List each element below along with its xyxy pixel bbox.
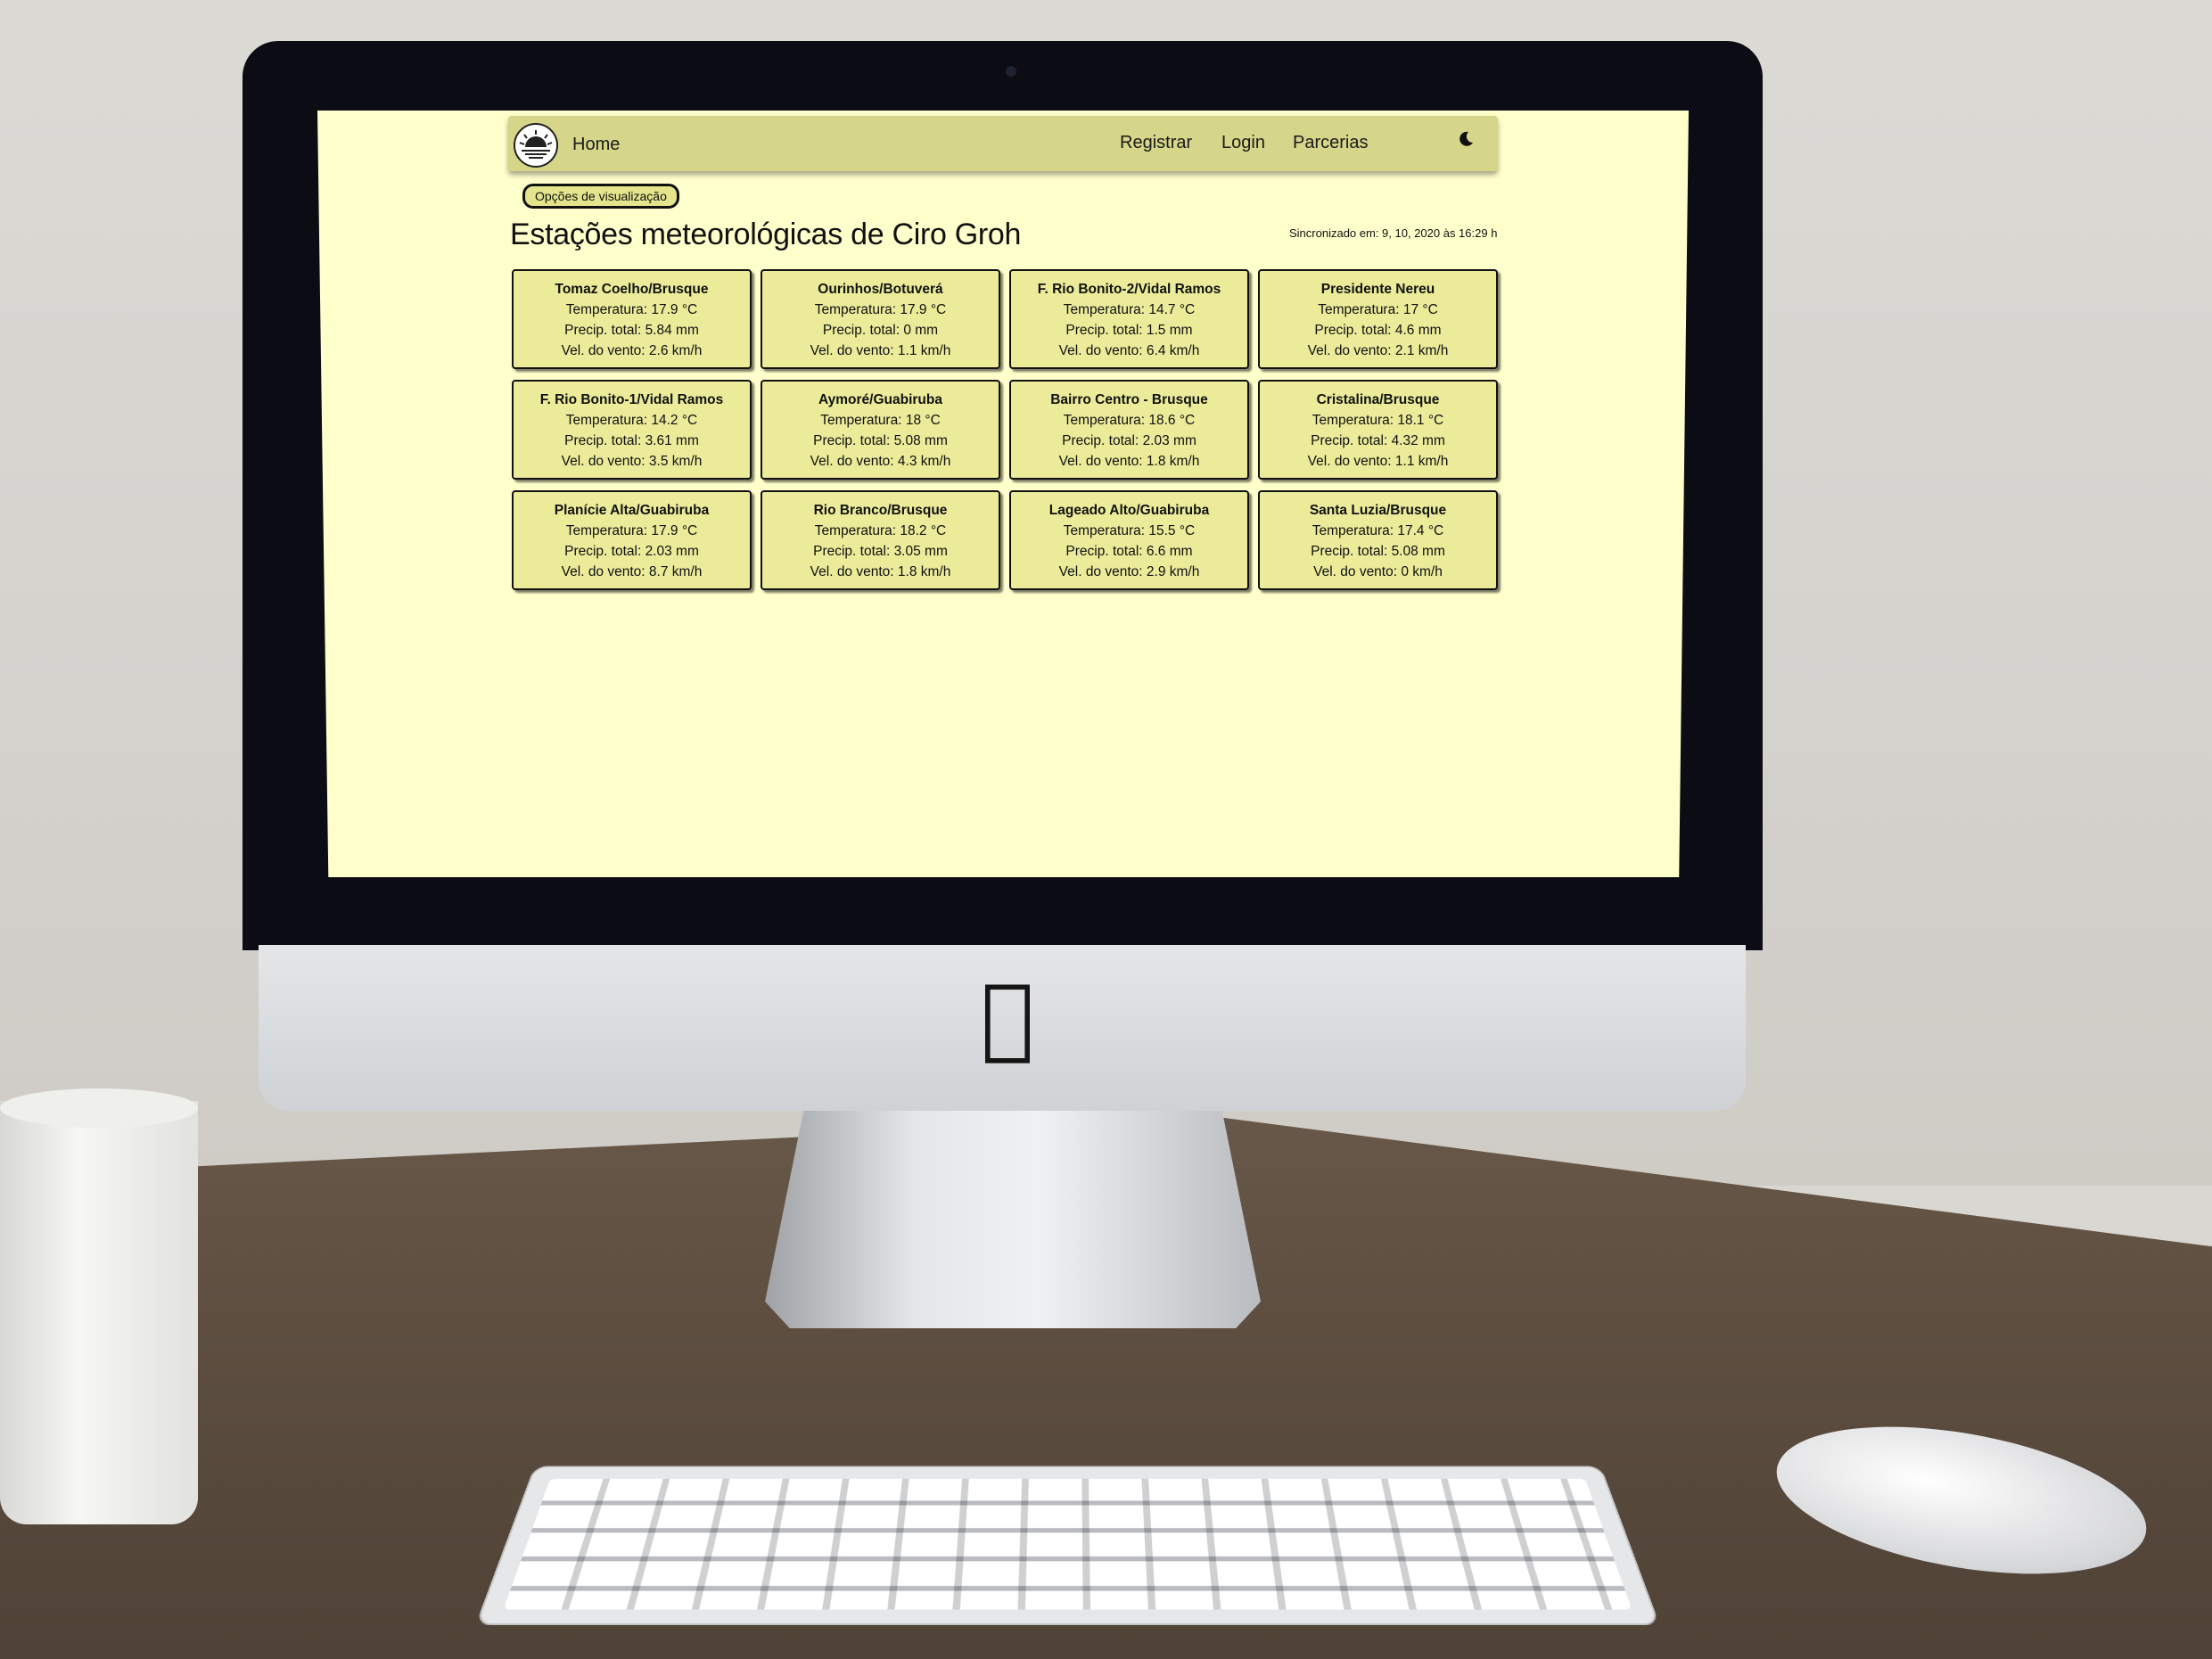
station-wind: Vel. do vento: 4.3 km/h [810,454,951,469]
station-temperature: Temperatura: 17.9 °C [565,523,698,538]
station-temperature: Temperatura: 17 °C [1318,302,1438,317]
station-temperature: Temperatura: 18.6 °C [1063,413,1196,428]
nav-home-link[interactable]: Home [572,135,620,155]
station-temperature: Temperatura: 18 °C [820,413,941,428]
station-wind: Vel. do vento: 0 km/h [1313,564,1443,579]
monitor-screen: Home Registrar Login Parcerias Opções de… [317,111,1689,877]
station-wind: Vel. do vento: 6.4 km/h [1058,343,1200,358]
sync-timestamp: Sincronizado em: 9, 10, 2020 às 16:29 h [1289,226,1498,240]
station-temperature: Temperatura: 15.5 °C [1063,523,1196,538]
station-card[interactable]: Rio Branco/Brusque Temperatura: 18.2 °C … [761,490,1000,590]
station-card[interactable]: Planície Alta/Guabiruba Temperatura: 17.… [512,490,752,590]
station-precipitation: Precip. total: 1.5 mm [1065,323,1193,338]
page-title: Estações meteorológicas de Ciro Groh [510,218,1022,251]
station-card[interactable]: F. Rio Bonito-1/Vidal Ramos Temperatura:… [512,380,752,480]
webcam [1006,66,1016,77]
station-temperature: Temperatura: 17.9 °C [565,302,698,317]
nav-link-parcerias[interactable]: Parcerias [1293,133,1368,153]
station-temperature: Temperatura: 18.1 °C [1312,413,1444,428]
station-wind: Vel. do vento: 1.1 km/h [1307,454,1449,469]
station-wind: Vel. do vento: 2.6 km/h [561,343,703,358]
station-temperature: Temperatura: 17.9 °C [814,302,947,317]
station-card[interactable]: Santa Luzia/Brusque Temperatura: 17.4 °C… [1258,490,1498,590]
station-precipitation: Precip. total: 5.08 mm [1311,544,1445,559]
station-temperature: Temperatura: 14.2 °C [565,413,698,428]
station-wind: Vel. do vento: 2.9 km/h [1058,564,1200,579]
moon-icon[interactable] [1457,130,1475,148]
nav-link-registrar[interactable]: Registrar [1120,133,1192,153]
keyboard [474,1466,1661,1626]
station-precipitation: Precip. total: 2.03 mm [1062,433,1196,448]
sunrise-logo-icon[interactable] [514,123,558,168]
navbar: Home Registrar Login Parcerias [508,116,1498,171]
station-temperature: Temperatura: 18.2 °C [814,523,947,538]
station-card[interactable]: Presidente Nereu Temperatura: 17 °C Prec… [1258,269,1498,369]
view-options-button[interactable]: Opções de visualização [522,184,679,209]
station-precipitation: Precip. total: 5.08 mm [813,433,948,448]
station-precipitation: Precip. total: 3.05 mm [813,544,948,559]
station-card[interactable]: Cristalina/Brusque Temperatura: 18.1 °C … [1258,380,1498,480]
station-name: Lageado Alto/Guabiruba [1048,503,1210,518]
station-precipitation: Precip. total: 5.84 mm [564,323,699,338]
station-wind: Vel. do vento: 8.7 km/h [561,564,703,579]
station-name: Planície Alta/Guabiruba [554,503,710,518]
station-precipitation: Precip. total: 3.61 mm [564,433,699,448]
station-name: Bairro Centro - Brusque [1050,392,1208,407]
station-temperature: Temperatura: 17.4 °C [1312,523,1444,538]
coffee-mug [0,1088,198,1524]
station-wind: Vel. do vento: 1.8 km/h [1058,454,1200,469]
station-name: Presidente Nereu [1320,282,1435,297]
station-precipitation: Precip. total: 2.03 mm [564,544,699,559]
station-precipitation: Precip. total: 6.6 mm [1065,544,1193,559]
station-name: Rio Branco/Brusque [813,503,948,518]
station-name: Tomaz Coelho/Brusque [555,282,709,297]
station-name: Ourinhos/Botuverá [818,282,943,297]
station-card[interactable]: Bairro Centro - Brusque Temperatura: 18.… [1009,380,1249,480]
station-name: F. Rio Bonito-1/Vidal Ramos [539,392,724,407]
station-card[interactable]: Tomaz Coelho/Brusque Temperatura: 17.9 °… [512,269,752,369]
station-precipitation: Precip. total: 0 mm [822,323,939,338]
station-wind: Vel. do vento: 1.8 km/h [810,564,951,579]
station-card[interactable]: Aymoré/Guabiruba Temperatura: 18 °C Prec… [761,380,1000,480]
apple-logo-icon:  [972,973,1043,1062]
station-precipitation: Precip. total: 4.32 mm [1311,433,1445,448]
station-temperature: Temperatura: 14.7 °C [1063,302,1196,317]
station-name: Cristalina/Brusque [1316,392,1440,407]
station-wind: Vel. do vento: 3.5 km/h [561,454,703,469]
station-precipitation: Precip. total: 4.6 mm [1314,323,1442,338]
station-wind: Vel. do vento: 2.1 km/h [1307,343,1449,358]
station-name: F. Rio Bonito-2/Vidal Ramos [1037,282,1221,297]
station-name: Santa Luzia/Brusque [1309,503,1447,518]
station-card[interactable]: F. Rio Bonito-2/Vidal Ramos Temperatura:… [1009,269,1249,369]
nav-link-login[interactable]: Login [1221,133,1265,153]
station-card[interactable]: Lageado Alto/Guabiruba Temperatura: 15.5… [1009,490,1249,590]
monitor-stand [765,1105,1261,1328]
station-wind: Vel. do vento: 1.1 km/h [810,343,951,358]
station-name: Aymoré/Guabiruba [818,392,942,407]
station-card[interactable]: Ourinhos/Botuverá Temperatura: 17.9 °C P… [761,269,1000,369]
